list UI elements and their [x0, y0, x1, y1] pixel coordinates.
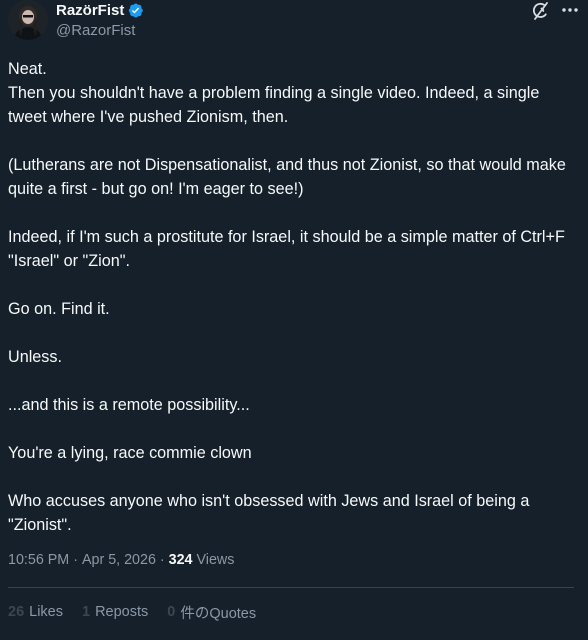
- tweet-text: Neat. Then you shouldn't have a problem …: [8, 57, 578, 537]
- grok-icon[interactable]: [530, 1, 550, 21]
- tweet-paragraph: (Lutherans are not Dispensationalist, an…: [8, 156, 566, 198]
- tweet-paragraph: Go on. Find it.: [8, 300, 110, 318]
- reposts-label: Reposts: [95, 604, 149, 620]
- tweet-paragraph: ...and this is a remote possibility...: [8, 396, 250, 414]
- likes-stat[interactable]: 26 Likes: [8, 604, 63, 620]
- tweet-metadata: 10:56 PM · Apr 5, 2026 · 324 Views: [8, 551, 234, 569]
- likes-label: Likes: [29, 604, 63, 620]
- tweet-paragraph: Neat. Then you shouldn't have a problem …: [8, 57, 578, 129]
- views-label[interactable]: Views: [197, 552, 235, 568]
- avatar[interactable]: [8, 0, 48, 40]
- display-name[interactable]: RazörFist: [56, 2, 124, 19]
- avatar-image: [8, 0, 48, 40]
- tweet-header: RazörFist @RazorFist: [8, 0, 580, 42]
- reposts-stat[interactable]: 1 Reposts: [82, 604, 148, 620]
- reposts-count: 1: [82, 604, 91, 620]
- tweet-time[interactable]: 10:56 PM: [8, 552, 69, 568]
- engagement-stats: 26 Likes 1 Reposts 0 件のQuotes: [8, 602, 275, 623]
- tweet-paragraph: Indeed, if I'm such a prostitute for Isr…: [8, 228, 565, 270]
- tweet-line: Then you shouldn't have a problem findin…: [8, 84, 540, 126]
- more-options-icon[interactable]: [560, 1, 580, 21]
- verified-badge-icon[interactable]: [127, 2, 144, 19]
- meta-separator: ·: [73, 552, 78, 568]
- tweet-paragraph: Unless.: [8, 348, 62, 366]
- tweet-paragraph: Who accuses anyone who isn't obsessed wi…: [8, 492, 530, 534]
- author-names: RazörFist @RazorFist: [56, 1, 144, 39]
- quotes-stat[interactable]: 0 件のQuotes: [167, 602, 256, 623]
- tweet-detail: RazörFist @RazorFist Neat. Then you shou…: [0, 0, 588, 640]
- tweet-line: Neat.: [8, 60, 47, 78]
- author-handle[interactable]: @RazorFist: [56, 22, 144, 39]
- likes-count: 26: [8, 604, 25, 620]
- display-name-row: RazörFist: [56, 1, 144, 20]
- quotes-label: 件のQuotes: [180, 605, 257, 622]
- tweet-date[interactable]: Apr 5, 2026: [82, 552, 156, 568]
- meta-separator: ·: [159, 552, 165, 568]
- divider: [8, 587, 574, 588]
- views-count[interactable]: 324: [169, 552, 193, 568]
- quotes-count: 0: [167, 604, 176, 620]
- tweet-paragraph: You're a lying, race commie clown: [8, 444, 252, 462]
